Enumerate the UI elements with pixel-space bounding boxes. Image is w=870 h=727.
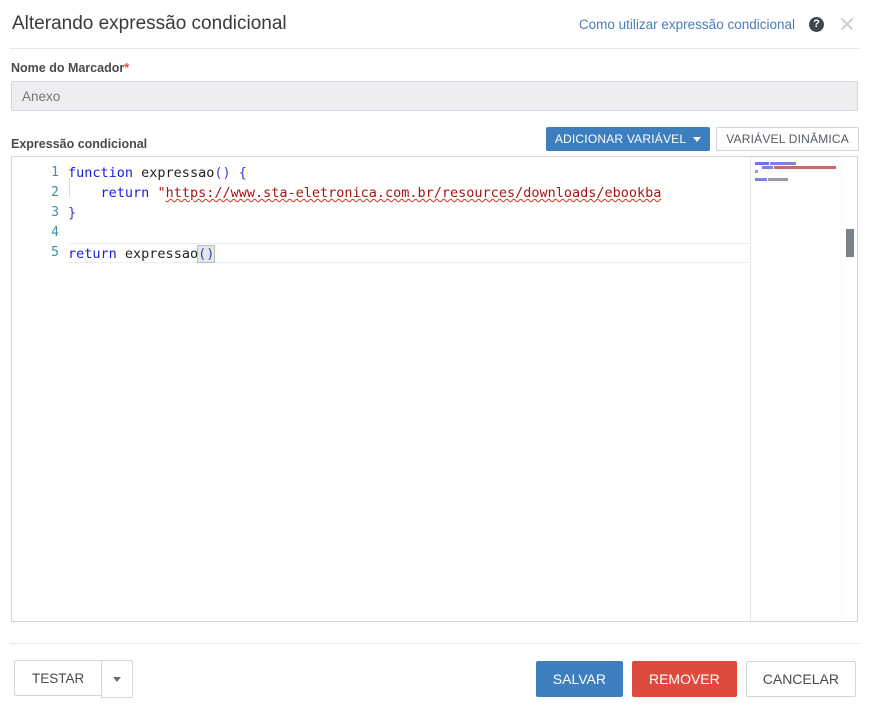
code-content[interactable]: function expressao() { return "https://w… xyxy=(68,157,857,621)
cancel-button[interactable]: CANCELAR xyxy=(746,661,856,697)
expression-toolbar: Expressão condicional ADICIONAR VARIÁVEL… xyxy=(11,127,859,151)
add-variable-button-label: ADICIONAR VARIÁVEL xyxy=(555,132,686,146)
vertical-scrollbar-thumb[interactable] xyxy=(846,229,854,257)
code-line[interactable]: function expressao() { xyxy=(68,163,857,183)
code-token xyxy=(68,185,101,201)
test-dropdown-toggle[interactable] xyxy=(101,660,133,698)
minimap-segment xyxy=(770,162,796,165)
marker-name-label-text: Nome do Marcador xyxy=(11,61,124,75)
chevron-down-icon xyxy=(113,677,121,682)
footer-actions: SALVAR REMOVER CANCELAR xyxy=(536,661,856,697)
minimap-line xyxy=(755,174,839,177)
code-line[interactable]: return expressao() xyxy=(68,243,857,263)
minimap-segment xyxy=(755,162,769,165)
dialog-footer: TESTAR SALVAR REMOVER CANCELAR xyxy=(0,644,870,698)
code-token xyxy=(117,246,125,262)
test-split-button: TESTAR xyxy=(14,660,133,698)
code-token: expressao xyxy=(125,246,198,262)
chevron-down-icon xyxy=(693,137,701,142)
minimap-segment xyxy=(755,170,758,173)
vertical-scrollbar[interactable] xyxy=(843,157,857,621)
line-number: 2 xyxy=(12,183,68,203)
line-number: 4 xyxy=(12,223,68,243)
minimap-segment xyxy=(762,166,773,169)
line-number: 3 xyxy=(12,203,68,223)
marker-name-label: Nome do Marcador* xyxy=(11,61,859,75)
minimap-line xyxy=(755,162,839,165)
expression-label: Expressão condicional xyxy=(11,137,147,151)
line-number: 1 xyxy=(12,163,68,183)
text-cursor xyxy=(214,246,215,261)
dialog-header: Alterando expressão condicional Como uti… xyxy=(0,0,870,48)
code-token: function xyxy=(68,165,133,181)
code-line[interactable]: return "https://www.sta-eletronica.com.b… xyxy=(68,183,857,203)
question-mark-circle-icon[interactable]: ? xyxy=(809,17,824,32)
code-editor[interactable]: 1 2 3 4 5 function expressao() { return … xyxy=(11,156,858,622)
code-lines[interactable]: function expressao() { return "https://w… xyxy=(68,163,857,263)
code-token: } xyxy=(68,205,76,221)
minimap-segment xyxy=(774,166,836,169)
code-line[interactable] xyxy=(68,223,857,243)
line-number: 5 xyxy=(12,243,68,263)
marker-name-input[interactable] xyxy=(11,81,858,111)
minimap-segment xyxy=(755,178,767,181)
help-link[interactable]: Como utilizar expressão condicional xyxy=(579,17,795,32)
minimap-line xyxy=(755,166,839,169)
close-icon[interactable] xyxy=(838,15,856,33)
dialog-body: Nome do Marcador* Expressão condicional … xyxy=(0,49,870,622)
code-line[interactable]: } xyxy=(68,203,857,223)
code-token: return xyxy=(68,246,117,262)
line-number-gutter: 1 2 3 4 5 xyxy=(12,157,68,621)
page-title: Alterando expressão condicional xyxy=(12,13,287,35)
selected-parentheses: () xyxy=(198,246,214,262)
header-actions: Como utilizar expressão condicional ? xyxy=(579,15,856,33)
code-token: expressao xyxy=(141,165,214,181)
code-token: " xyxy=(157,185,165,201)
dynamic-variable-button[interactable]: VARIÁVEL DINÂMICA xyxy=(716,127,859,151)
test-button[interactable]: TESTAR xyxy=(14,660,101,696)
code-token xyxy=(133,165,141,181)
required-asterisk: * xyxy=(124,61,129,75)
code-token: https://www.sta-eletronica.com.br/resour… xyxy=(166,185,662,201)
minimap-line xyxy=(755,178,839,181)
minimap-line xyxy=(755,170,839,173)
save-button[interactable]: SALVAR xyxy=(536,661,623,697)
code-token: () { xyxy=(214,165,247,181)
code-minimap[interactable] xyxy=(750,157,843,621)
remove-button[interactable]: REMOVER xyxy=(632,661,737,697)
add-variable-button[interactable]: ADICIONAR VARIÁVEL xyxy=(546,127,710,151)
expression-toolbar-buttons: ADICIONAR VARIÁVEL VARIÁVEL DINÂMICA xyxy=(546,127,859,151)
minimap-segment xyxy=(755,166,761,169)
code-token: return xyxy=(101,185,150,201)
minimap-segment xyxy=(768,178,788,181)
